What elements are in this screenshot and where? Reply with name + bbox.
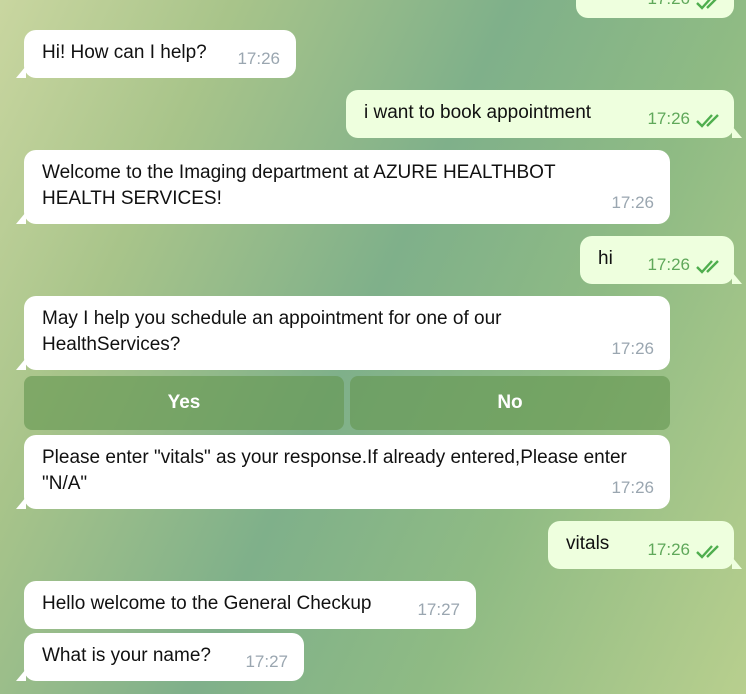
message-text: Hello welcome to the General Checkup bbox=[42, 593, 372, 614]
inline-button-yes[interactable]: Yes bbox=[24, 376, 344, 430]
message-time: 17:26 bbox=[611, 339, 654, 358]
message-time: 17:26 bbox=[611, 478, 654, 497]
inline-button-no[interactable]: No bbox=[350, 376, 670, 430]
message-bubble-incoming: Welcome to the Imaging department at AZU… bbox=[16, 150, 670, 224]
message-text: Hi! How can I help? bbox=[42, 42, 207, 63]
message-bubble-outgoing: 17:26 bbox=[576, 0, 734, 18]
message-bubble-incoming: What is your name? 17:27 bbox=[16, 633, 304, 681]
message-time: 17:27 bbox=[417, 600, 460, 619]
read-ticks-icon bbox=[696, 260, 719, 274]
message-time: 17:27 bbox=[245, 652, 288, 671]
read-ticks-icon bbox=[696, 114, 719, 128]
message-text: vitals bbox=[566, 533, 610, 554]
message-text: What is your name? bbox=[42, 645, 211, 666]
read-ticks-icon bbox=[696, 545, 719, 559]
message-bubble-outgoing: i want to book appointment 17:26 bbox=[346, 90, 742, 138]
message-time: 17:26 bbox=[647, 255, 690, 274]
message-bubble-outgoing: vitals 17:26 bbox=[548, 521, 742, 569]
read-ticks-icon bbox=[696, 0, 717, 10]
message-time: 17:26 bbox=[647, 109, 690, 128]
message-text: hi bbox=[598, 248, 613, 269]
message-bubble-outgoing: hi 17:26 bbox=[580, 236, 742, 284]
message-time: 17:26 bbox=[647, 0, 690, 12]
message-bubble-incoming: Please enter "vitals" as your response.I… bbox=[16, 435, 670, 509]
message-time: 17:26 bbox=[647, 540, 690, 559]
message-text: i want to book appointment bbox=[364, 102, 592, 123]
message-text: May I help you schedule an appointment f… bbox=[42, 308, 502, 355]
message-text: Please enter "vitals" as your response.I… bbox=[42, 447, 627, 494]
message-bubble-incoming: Hi! How can I help? 17:26 bbox=[16, 30, 296, 78]
message-bubble-incoming: May I help you schedule an appointment f… bbox=[16, 296, 670, 370]
chat-area: 17:26 Hi! How can I help? 17:26 i want t… bbox=[0, 0, 746, 694]
message-time: 17:26 bbox=[611, 193, 654, 212]
message-bubble-incoming: Hello welcome to the General Checkup 17:… bbox=[24, 581, 476, 629]
message-time: 17:26 bbox=[237, 49, 280, 68]
message-text: Welcome to the Imaging department at AZU… bbox=[42, 162, 556, 209]
